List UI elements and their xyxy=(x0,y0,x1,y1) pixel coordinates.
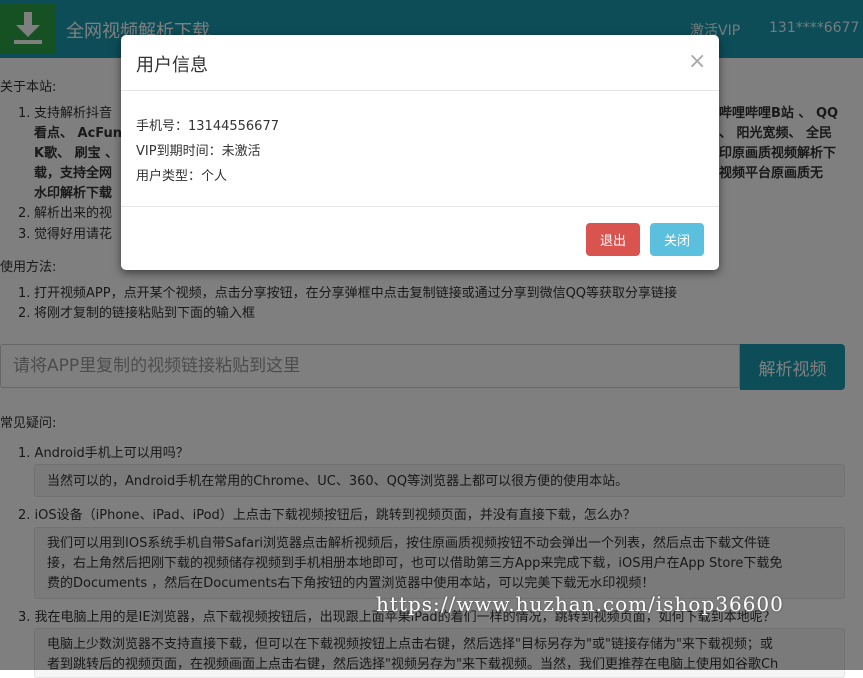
user-info-modal: 用户信息 × 手机号：13144556677 VIP到期时间：未激活 用户类型：… xyxy=(121,35,719,270)
watermark-url: https://www.huzhan.com/ishop36600 xyxy=(376,592,784,616)
user-phone: 手机号：13144556677 xyxy=(136,119,279,134)
modal-body: 手机号：13144556677 VIP到期时间：未激活 用户类型：个人 xyxy=(136,115,279,190)
user-type: 用户类型：个人 xyxy=(136,169,228,184)
modal-header: 用户信息 × xyxy=(121,35,719,91)
close-button[interactable]: 关闭 xyxy=(650,223,704,256)
close-icon[interactable]: × xyxy=(688,49,706,74)
modal-footer: 退出 关闭 xyxy=(121,206,719,271)
logout-button[interactable]: 退出 xyxy=(586,223,640,256)
modal-title: 用户信息 xyxy=(136,55,208,76)
vip-expiry: VIP到期时间：未激活 xyxy=(136,144,261,159)
